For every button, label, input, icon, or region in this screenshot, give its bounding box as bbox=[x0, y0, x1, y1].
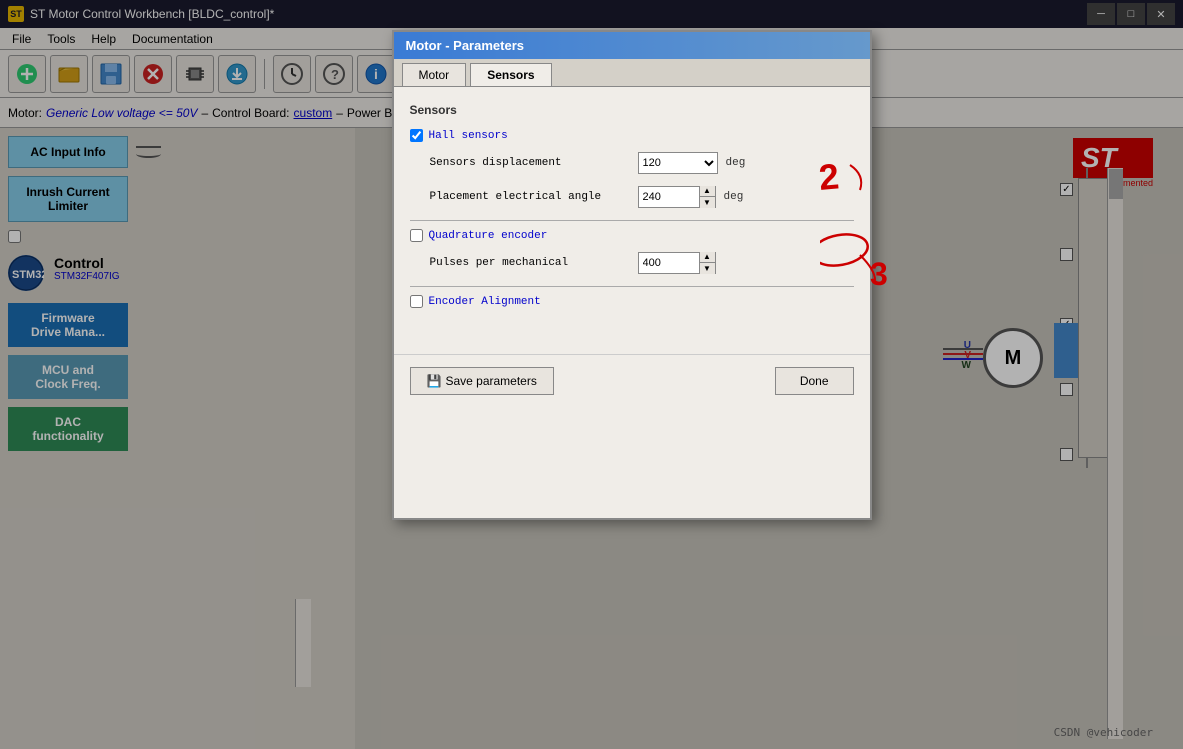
pulses-spinbox[interactable]: ▲ ▼ bbox=[638, 252, 716, 274]
placement-angle-input[interactable] bbox=[639, 187, 699, 207]
encoder-alignment-text: Encoder Alignment bbox=[429, 296, 541, 308]
quadrature-encoder-text: Quadrature encoder bbox=[429, 230, 548, 242]
modal-dialog: Motor - Parameters Motor Sensors Sensors… bbox=[392, 30, 872, 520]
save-label: Save parameters bbox=[445, 374, 536, 388]
hall-sensors-text: Hall sensors bbox=[429, 130, 508, 142]
pulses-down[interactable]: ▼ bbox=[699, 263, 715, 274]
sensors-section-label: Sensors bbox=[410, 103, 854, 117]
sensors-displacement-label: Sensors displacement bbox=[430, 157, 630, 169]
encoder-alignment-label[interactable]: Encoder Alignment bbox=[410, 295, 854, 308]
hall-sensors-checkbox[interactable] bbox=[410, 129, 423, 142]
modal-overlay: Motor - Parameters Motor Sensors Sensors… bbox=[0, 0, 1183, 749]
sensors-displacement-unit: deg bbox=[726, 157, 746, 169]
pulses-up[interactable]: ▲ bbox=[699, 252, 715, 263]
done-button[interactable]: Done bbox=[775, 367, 854, 395]
save-icon: 💾 bbox=[427, 374, 442, 388]
pulses-spin-buttons[interactable]: ▲ ▼ bbox=[699, 252, 715, 274]
encoder-alignment-checkbox[interactable] bbox=[410, 295, 423, 308]
tab-motor[interactable]: Motor bbox=[402, 63, 467, 86]
save-parameters-button[interactable]: 💾 Save parameters bbox=[410, 367, 554, 395]
placement-angle-spin-buttons[interactable]: ▲ ▼ bbox=[699, 186, 715, 208]
modal-tabs: Motor Sensors bbox=[394, 59, 870, 87]
quadrature-encoder-label[interactable]: Quadrature encoder bbox=[410, 229, 854, 242]
hall-sensors-label[interactable]: Hall sensors bbox=[410, 129, 854, 142]
svg-text:3: 3 bbox=[870, 256, 888, 292]
modal-title: Motor - Parameters bbox=[394, 32, 870, 59]
placement-angle-unit: deg bbox=[724, 191, 744, 203]
pulses-input[interactable] bbox=[639, 253, 699, 273]
pulses-row: Pulses per mechanical ▲ ▼ bbox=[410, 252, 854, 274]
placement-angle-down[interactable]: ▼ bbox=[699, 197, 715, 208]
placement-angle-row: Placement electrical angle ▲ ▼ deg bbox=[410, 186, 854, 208]
sensors-displacement-select[interactable]: 120 60 180 bbox=[638, 152, 718, 174]
tab-sensors[interactable]: Sensors bbox=[470, 63, 551, 86]
placement-angle-up[interactable]: ▲ bbox=[699, 186, 715, 197]
pulses-label: Pulses per mechanical bbox=[430, 257, 630, 269]
modal-body: Sensors Hall sensors Sensors displacemen… bbox=[394, 87, 870, 334]
modal-footer: 💾 Save parameters Done bbox=[394, 354, 870, 407]
sensors-displacement-row: Sensors displacement 120 60 180 deg bbox=[410, 152, 854, 174]
placement-angle-spinbox[interactable]: ▲ ▼ bbox=[638, 186, 716, 208]
placement-angle-label: Placement electrical angle bbox=[430, 191, 630, 203]
quadrature-encoder-checkbox[interactable] bbox=[410, 229, 423, 242]
